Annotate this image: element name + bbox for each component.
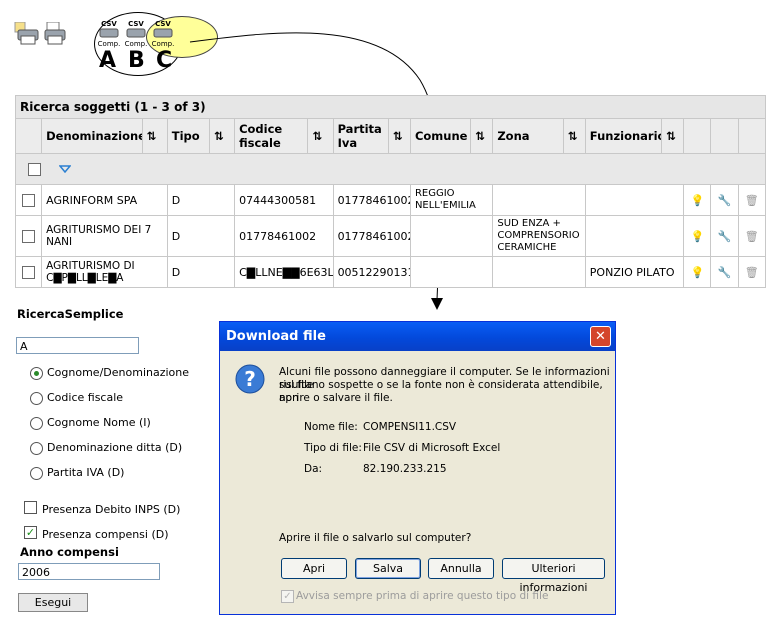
lightbulb-icon[interactable]: 💡: [683, 184, 712, 216]
radio-denominazione-ditta[interactable]: [30, 442, 43, 455]
cell-comune: [409, 215, 494, 257]
save-button[interactable]: Salva: [355, 558, 421, 579]
always-ask-label: Avvisa sempre prima di aprire questo tip…: [296, 590, 549, 602]
sort-denominazione-icon[interactable]: ⇅: [141, 118, 168, 154]
cell-zona: SUD ENZA + COMPRENSORIO CERAMICHE: [492, 215, 586, 257]
esegui-button[interactable]: Esegui: [18, 593, 88, 612]
col-tipo[interactable]: Tipo: [166, 118, 210, 154]
radio-label: Partita IVA (D): [47, 466, 125, 479]
trash-icon[interactable]: 🗑: [737, 256, 767, 288]
warning-line-3: aprire o salvare il file.: [279, 392, 393, 404]
checkbox-debito-inps[interactable]: [24, 501, 37, 514]
cell-comune: [409, 256, 494, 288]
name-label: Nome file:: [304, 421, 358, 433]
sort-zona-icon[interactable]: ⇅: [562, 118, 586, 154]
table-header: Denominazione ⇅ Tipo ⇅ Codice fiscale ⇅ …: [14, 118, 767, 154]
select-all-checkbox[interactable]: [28, 162, 41, 176]
type-label: Tipo di file:: [304, 442, 362, 454]
cell-zona: [492, 184, 586, 216]
filter-row: [15, 153, 766, 185]
radio-label: Cognome/Denominazione: [47, 366, 190, 379]
radio-label: Denominazione ditta (D): [47, 441, 183, 454]
row-checkbox[interactable]: [22, 229, 36, 243]
name-value: COMPENSI11.CSV: [363, 421, 457, 433]
radio-label: Cognome Nome (I): [47, 416, 151, 429]
cell-zona: [492, 256, 586, 288]
cell-tipo: D: [166, 256, 236, 288]
radio-codice-fiscale[interactable]: [30, 392, 43, 405]
cell-partita-iva: 01778461002: [332, 184, 411, 216]
sort-comune-icon[interactable]: ⇅: [470, 118, 494, 154]
wrench-icon[interactable]: 🔧: [710, 215, 739, 257]
radio-label: Codice fiscale: [47, 391, 124, 404]
search-input[interactable]: A: [16, 337, 139, 354]
row-checkbox[interactable]: [22, 193, 36, 207]
trash-icon[interactable]: 🗑: [737, 184, 767, 216]
cell-denominazione: AGRINFORM SPA: [41, 184, 168, 216]
checkbox-presenza-compensi[interactable]: ✓: [24, 526, 37, 539]
col-zona[interactable]: Zona: [492, 118, 564, 154]
open-button[interactable]: Apri: [281, 558, 347, 579]
sort-tipo-icon[interactable]: ⇅: [208, 118, 236, 154]
col-codice-fiscale[interactable]: Codice fiscale: [234, 118, 309, 154]
dialog-question: Aprire il file o salvarlo sul computer?: [279, 532, 472, 544]
download-dialog: Download file ✕ ? Alcuni file possono da…: [219, 321, 616, 615]
chevron-down-icon[interactable]: [57, 163, 72, 176]
question-icon: ?: [234, 364, 268, 401]
cell-tipo: D: [166, 184, 236, 216]
cell-funzionario: PONZIO PILATO: [584, 256, 685, 288]
lightbulb-icon[interactable]: 💡: [683, 256, 712, 288]
trash-icon[interactable]: 🗑: [737, 215, 767, 257]
cell-codice-fiscale: 01778461002: [234, 215, 334, 257]
sort-partita-iva-icon[interactable]: ⇅: [387, 118, 411, 154]
cell-denominazione: AGRITURISMO DI C▇P▇LL▇LE▇A: [41, 256, 168, 288]
checkbox-label: Presenza compensi (D): [42, 528, 169, 541]
anno-label: Anno compensi: [20, 545, 119, 559]
dialog-title: Download file: [220, 322, 615, 351]
close-icon[interactable]: ✕: [590, 326, 611, 347]
sort-funzionario-icon[interactable]: ⇅: [661, 118, 685, 154]
from-label: Da:: [304, 463, 323, 475]
from-value: 82.190.233.215: [363, 463, 447, 475]
radio-partita-iva[interactable]: [30, 467, 43, 480]
cell-denominazione: AGRITURISMO DEI 7 NANI: [41, 215, 168, 257]
wrench-icon[interactable]: 🔧: [710, 256, 739, 288]
cell-tipo: D: [166, 215, 236, 257]
col-comune[interactable]: Comune: [409, 118, 472, 154]
table-row[interactable]: AGRINFORM SPA D 07444300581 01778461002 …: [14, 184, 767, 216]
wrench-icon[interactable]: 🔧: [710, 184, 739, 216]
col-denominazione[interactable]: Denominazione: [41, 118, 143, 154]
results-table: Ricerca soggetti (1 - 3 of 3) Denominazi…: [14, 95, 767, 288]
more-info-button[interactable]: Ulteriori informazioni: [502, 558, 605, 594]
cell-codice-fiscale: 07444300581: [234, 184, 334, 216]
cell-partita-iva: 01778461002: [332, 215, 411, 257]
cell-comune: REGGIO NELL'EMILIA: [409, 184, 494, 216]
anno-input[interactable]: 2006: [18, 563, 160, 580]
table-row[interactable]: AGRITURISMO DI C▇P▇LL▇LE▇A D C▇LLNE▇▇6E6…: [14, 256, 767, 288]
table-row[interactable]: AGRITURISMO DEI 7 NANI D 01778461002 017…: [14, 215, 767, 257]
row-checkbox[interactable]: [22, 265, 36, 279]
always-ask-checkbox[interactable]: ✓: [281, 590, 294, 603]
col-partita-iva[interactable]: Partita Iva: [332, 118, 389, 154]
cell-partita-iva: 00512290131: [332, 256, 411, 288]
radio-cognome-denominazione[interactable]: [30, 367, 43, 380]
sort-codice-fiscale-icon[interactable]: ⇅: [307, 118, 334, 154]
lightbulb-icon[interactable]: 💡: [683, 215, 712, 257]
col-funzionario[interactable]: Funzionario: [584, 118, 663, 154]
svg-text:?: ?: [244, 367, 256, 391]
checkbox-label: Presenza Debito INPS (D): [42, 503, 181, 516]
cancel-button[interactable]: Annulla: [428, 558, 494, 579]
table-caption: Ricerca soggetti (1 - 3 of 3): [15, 95, 766, 119]
radio-cognome-nome[interactable]: [30, 417, 43, 430]
search-title: RicercaSemplice: [17, 307, 124, 321]
cell-funzionario: [584, 215, 685, 257]
type-value: File CSV di Microsoft Excel: [363, 442, 501, 454]
cell-codice-fiscale: C▇LLNE▇▇6E63L7▇LH: [234, 256, 334, 288]
cell-funzionario: [584, 184, 685, 216]
